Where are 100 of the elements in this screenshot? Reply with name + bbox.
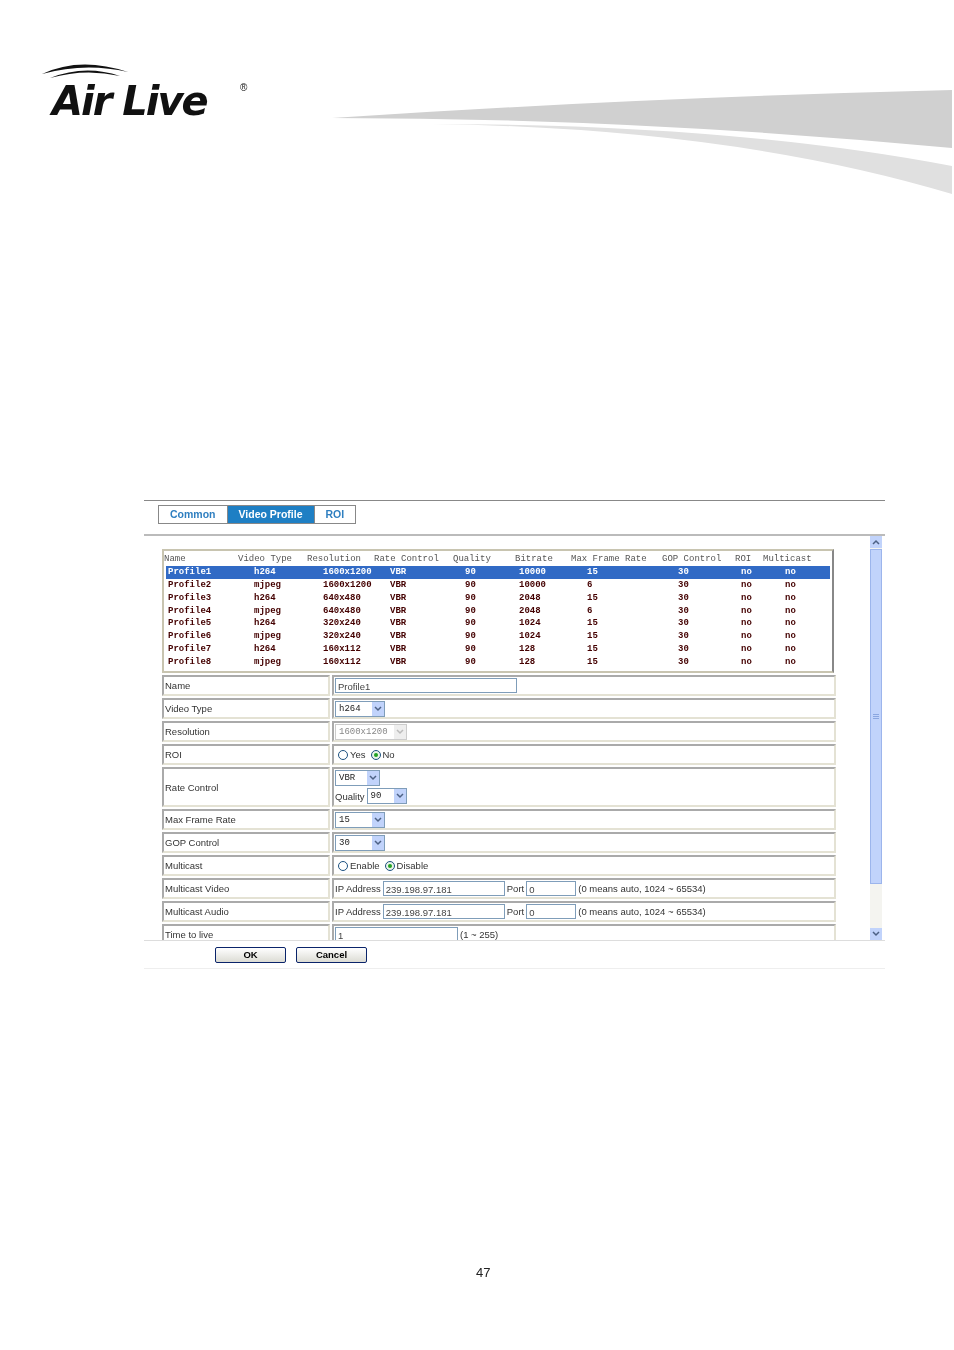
port-hint: (0 means auto, 1024 ~ 65534)	[578, 906, 706, 918]
profile-row[interactable]: Profile8 mjpeg 160x112 VBR 90 128 15 30 no no	[166, 655, 830, 669]
radio-label: No	[382, 749, 395, 761]
tab[interactable]: Video Profile	[226, 506, 314, 523]
dropdown[interactable]: 15	[335, 811, 385, 828]
ttl-field[interactable]: 1	[335, 927, 458, 940]
table-cell-text: 128	[518, 656, 537, 667]
table-cell-text: VBR	[389, 605, 408, 616]
field-label: Rate Control	[162, 767, 330, 808]
table-cell-text: Profile6	[167, 631, 213, 642]
table-cell-text: 15	[586, 567, 599, 578]
table-cell-text: no	[740, 580, 753, 590]
table-cell-text: 15	[586, 592, 599, 603]
rate-control-dropdown[interactable]: VBR	[335, 770, 380, 787]
table-cell-text: no	[784, 580, 797, 590]
port-field[interactable]: 0	[526, 881, 577, 897]
table-cell-text: 30	[677, 656, 690, 667]
quality-dropdown[interactable]: 90	[366, 788, 407, 805]
table-cell-text: 90	[464, 592, 477, 603]
table-cell-text: VBR	[389, 592, 408, 603]
dialog-button[interactable]: OK	[215, 946, 286, 963]
dropdown[interactable]: h264	[335, 700, 385, 717]
table-cell-text: h264	[253, 643, 277, 654]
table-cell-text: Profile1	[167, 567, 213, 578]
profile-row[interactable]: Profile1 h264 1600x1200 VBR 90 10000 15 30 no no	[166, 565, 830, 579]
radio-button[interactable]	[338, 749, 348, 760]
table-cell-text: Profile4	[167, 605, 213, 616]
table-cell-text: 2048	[518, 592, 542, 603]
port-field[interactable]: 0	[526, 904, 577, 920]
ip-address-field[interactable]: 239.198.97.181	[382, 904, 505, 920]
dropdown[interactable]: 30	[335, 834, 385, 851]
table-cell-text: mjpeg	[253, 580, 282, 590]
ip-address-label: IP Address	[335, 883, 381, 895]
table-cell-text: no	[784, 592, 797, 603]
table-cell-text: no	[784, 605, 797, 616]
table-cell-text: 30	[677, 567, 690, 578]
table-cell-text: mjpeg	[253, 631, 282, 642]
radio-button[interactable]	[338, 860, 348, 871]
caret-icon	[372, 701, 384, 716]
table-cell-text: Profile5	[167, 618, 213, 629]
table-cell-text: 90	[464, 618, 477, 629]
table-cell-text: 30	[677, 592, 690, 603]
name-field[interactable]: Profile1	[335, 678, 517, 694]
radio-label: Enable	[350, 860, 380, 872]
caret-icon	[394, 724, 406, 739]
table-cell-text: 128	[518, 643, 537, 654]
caret-icon	[372, 812, 384, 827]
table-cell-text: 320x240	[322, 618, 362, 629]
table-cell-text: 90	[464, 605, 477, 616]
table-cell-text: 15	[586, 643, 599, 654]
table-cell-text: no	[784, 567, 797, 578]
table-cell-text: 10000	[518, 567, 547, 578]
table-cell-text: no	[740, 656, 753, 667]
grip-icon	[873, 714, 879, 719]
column-header: Quality	[453, 554, 492, 565]
table-cell-text: 30	[677, 618, 690, 629]
table-cell-text: 90	[464, 580, 477, 590]
caret-icon	[367, 771, 379, 786]
table-cell-text: VBR	[389, 567, 408, 578]
radio-button[interactable]	[370, 749, 381, 760]
port-label: Port	[506, 883, 525, 895]
table-cell-text: 1600x1200	[322, 567, 373, 578]
profile-list[interactable]	[162, 549, 834, 674]
port-hint: (0 means auto, 1024 ~ 65534)	[578, 883, 706, 895]
column-header: Multicast	[763, 554, 813, 565]
profile-row[interactable]: Profile5 h264 320x240 VBR 90 1024 15 30 no no	[166, 617, 830, 630]
table-cell-text: no	[740, 618, 753, 629]
table-cell-text: 2048	[518, 605, 542, 616]
table-cell-text: Profile3	[167, 592, 213, 603]
table-cell-text: 30	[677, 631, 690, 642]
table-cell-text: 30	[677, 605, 690, 616]
table-cell-text: no	[784, 631, 797, 642]
column-header: Resolution	[307, 554, 362, 565]
table-cell-text: Profile7	[167, 643, 213, 654]
table-cell-text: Profile2	[167, 580, 213, 590]
scrollbar[interactable]	[870, 536, 882, 940]
table-cell-text: no	[740, 643, 753, 654]
radio-button[interactable]	[384, 860, 395, 871]
caret-icon	[393, 789, 406, 804]
table-cell-text: no	[740, 605, 753, 616]
table-cell-text: no	[784, 618, 797, 629]
column-header: GOP Control	[662, 554, 723, 565]
table-cell-text: 15	[586, 631, 599, 642]
dialog-button[interactable]: Cancel	[296, 946, 367, 963]
profile-row[interactable]: Profile2 mjpeg 1600x1200 VBR 90 10000 6 30 no no	[166, 578, 830, 592]
table-cell-text: mjpeg	[253, 605, 282, 616]
profile-row[interactable]: Profile6 mjpeg 320x240 VBR 90 1024 15 30 no no	[166, 629, 830, 643]
ip-address-field[interactable]: 239.198.97.181	[382, 881, 505, 897]
table-cell-text: h264	[253, 592, 277, 603]
table-cell-text: no	[740, 592, 753, 603]
field-label: GOP Control	[162, 832, 330, 854]
table-cell-text: VBR	[389, 631, 408, 642]
table-cell-text: mjpeg	[253, 656, 282, 667]
table-cell-text: 6	[586, 605, 594, 616]
table-cell-text: VBR	[389, 643, 408, 654]
field-label: ROI	[162, 744, 330, 766]
profile-row[interactable]: Profile4 mjpeg 640x480 VBR 90 2048 6 30 no no	[166, 604, 830, 617]
profile-row[interactable]: Profile3 h264 640x480 VBR 90 2048 15 30 no no	[166, 591, 830, 605]
table-cell-text: 1024	[518, 618, 542, 629]
profile-row[interactable]: Profile7 h264 160x112 VBR 90 128 15 30 no no	[166, 642, 830, 656]
